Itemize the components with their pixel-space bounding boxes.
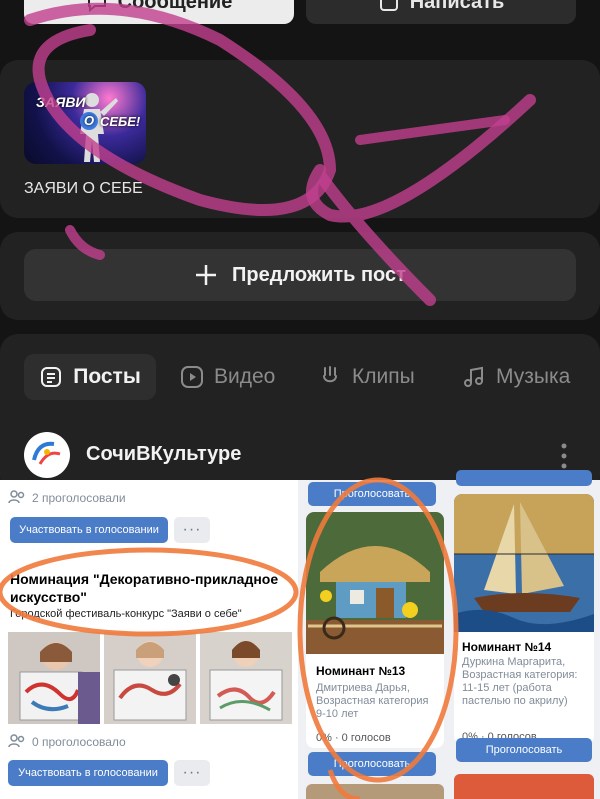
post-photo-2[interactable] xyxy=(104,632,196,724)
post-photo-3[interactable] xyxy=(200,632,292,724)
plus-icon xyxy=(196,265,217,285)
users-icon-2 xyxy=(8,734,25,748)
nominee-14-card[interactable]: Номинант №14 Дуркина Маргарита, Возрастн… xyxy=(454,494,594,744)
poll-top-participate-button[interactable]: Участвовать в голосовании xyxy=(10,517,168,543)
prev-vote-button[interactable]: Проголосовать xyxy=(308,482,436,506)
suggest-post-label: Предложить пост xyxy=(232,263,406,286)
poll-top-voters: 2 проголосовали xyxy=(32,491,126,505)
nominee-13-image xyxy=(306,512,444,654)
cover-text-2: О xyxy=(80,112,98,130)
poll-bottom-more-button[interactable]: ··· xyxy=(174,760,210,786)
poll-bottom-voters: 0 проголосовало xyxy=(32,735,126,749)
tab-video-label: Видео xyxy=(214,365,276,388)
cover-text-3: СЕБЕ! xyxy=(100,114,141,129)
tab-posts-label: Посты xyxy=(73,365,141,388)
cover-title[interactable]: ЗАЯВИ О СЕБЕ xyxy=(24,180,143,198)
poll-bottom-participate-button[interactable]: Участвовать в голосовании xyxy=(8,760,168,786)
tab-music[interactable]: Музыка xyxy=(462,354,570,400)
chat-icon xyxy=(87,0,106,13)
next-card-peek xyxy=(306,784,444,799)
users-icon xyxy=(8,490,25,504)
nominee-13-desc: Дмитриева Дарья, Возрастная категория 9-… xyxy=(316,682,429,720)
post-column: 2 проголосовали Участвовать в голосовани… xyxy=(0,480,298,799)
group-avatar[interactable] xyxy=(24,432,70,478)
cover-image[interactable]: ЗАЯВИ О СЕБЕ! xyxy=(24,82,146,164)
write-label: Написать xyxy=(409,0,505,13)
music-icon xyxy=(464,366,483,387)
more-vertical-icon xyxy=(561,443,567,469)
group-logo-icon xyxy=(32,441,61,465)
poll-top-more-button[interactable]: ··· xyxy=(174,517,210,543)
nominee-14-desc: Дуркина Маргарита, Возрастная категория:… xyxy=(462,656,578,707)
nominee-13-vote-button[interactable]: Проголосовать xyxy=(308,752,436,776)
video-icon xyxy=(181,366,203,388)
nominee-14-vote-button[interactable]: Проголосовать xyxy=(456,738,592,762)
cover-text-1: ЗАЯВИ xyxy=(36,94,86,110)
tab-video[interactable]: Видео xyxy=(180,354,275,400)
group-name[interactable]: СочиВКультуре xyxy=(86,443,241,466)
tab-clips-label: Клипы xyxy=(352,365,415,388)
nominee-column-2: Номинант №14 Дуркина Маргарита, Возрастн… xyxy=(446,470,600,799)
nominee-14-image xyxy=(454,494,594,632)
nominee-13-result: 0% · 0 голосов xyxy=(316,732,391,744)
embedded-screenshot: 2 проголосовали Участвовать в голосовани… xyxy=(0,470,600,799)
tab-posts[interactable]: Посты xyxy=(24,354,156,400)
nominee-13-card[interactable]: Номинант №13 Дмитриева Дарья, Возрастная… xyxy=(306,512,444,748)
tab-music-label: Музыка xyxy=(496,365,571,388)
post-title: Номинация "Декоративно-прикладное искусс… xyxy=(10,571,279,605)
tab-clips[interactable]: Клипы xyxy=(318,354,415,400)
compose-icon xyxy=(379,0,398,11)
message-label: Сообщение xyxy=(117,0,233,13)
post-subtitle: Городской фестиваль-конкурс "Заяви о себ… xyxy=(10,608,242,620)
write-button[interactable]: Написать xyxy=(306,0,576,24)
clips-icon xyxy=(323,366,337,383)
post-photo-1[interactable] xyxy=(8,632,100,724)
prev-vote-button-right[interactable] xyxy=(456,470,592,486)
nominee-13-title: Номинант №13 xyxy=(316,664,406,678)
suggest-post-button[interactable]: Предложить пост xyxy=(24,249,576,301)
next-card-peek-right xyxy=(454,774,594,799)
nominee-column-1: Проголосовать Номинант №13 Дмитриева Дар… xyxy=(298,480,446,799)
nominee-14-title: Номинант №14 xyxy=(462,640,552,654)
posts-icon xyxy=(41,367,62,387)
message-button[interactable]: Сообщение xyxy=(24,0,294,24)
